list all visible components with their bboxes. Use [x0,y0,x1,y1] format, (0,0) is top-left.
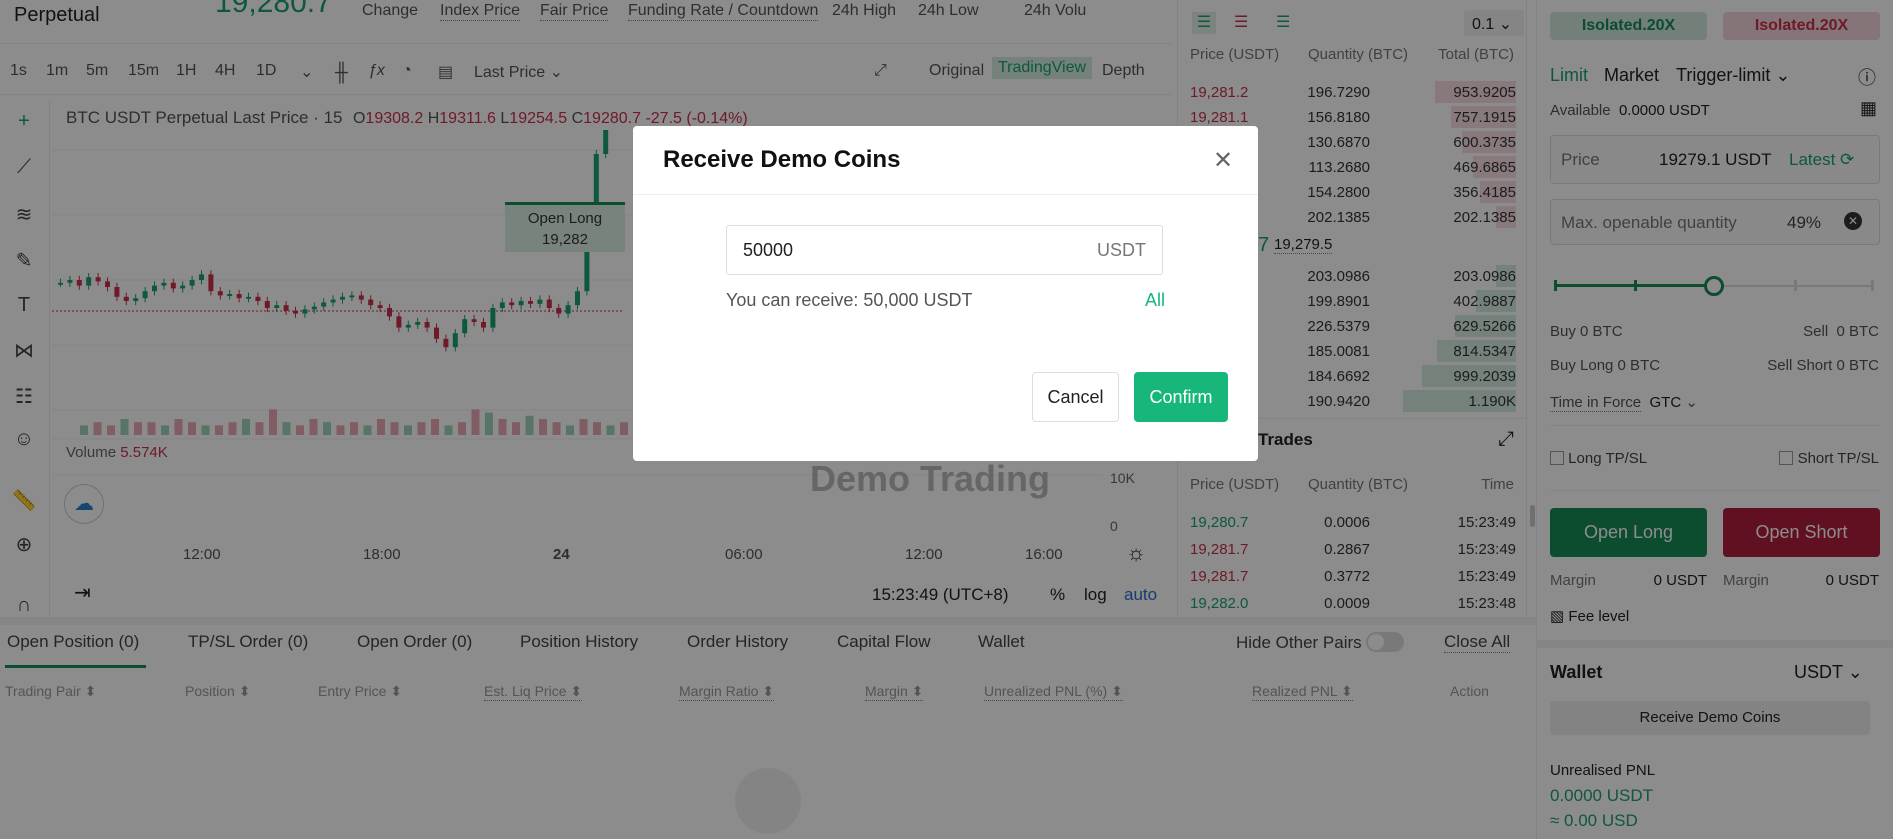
confirm-button[interactable]: Confirm [1134,372,1228,422]
amount-input[interactable]: 50000 USDT [726,225,1163,275]
dialog-title: Receive Demo Coins [663,146,901,173]
receive-demo-coins-dialog: Receive Demo Coins ✕ 50000 USDT You can … [633,126,1258,461]
close-icon[interactable]: ✕ [1213,146,1233,175]
amount-unit: USDT [1097,240,1146,260]
amount-value: 50000 [743,240,794,260]
receive-hint: You can receive: 50,000 USDT [726,290,973,310]
cancel-button[interactable]: Cancel [1032,372,1119,422]
all-button[interactable]: All [1145,290,1165,311]
